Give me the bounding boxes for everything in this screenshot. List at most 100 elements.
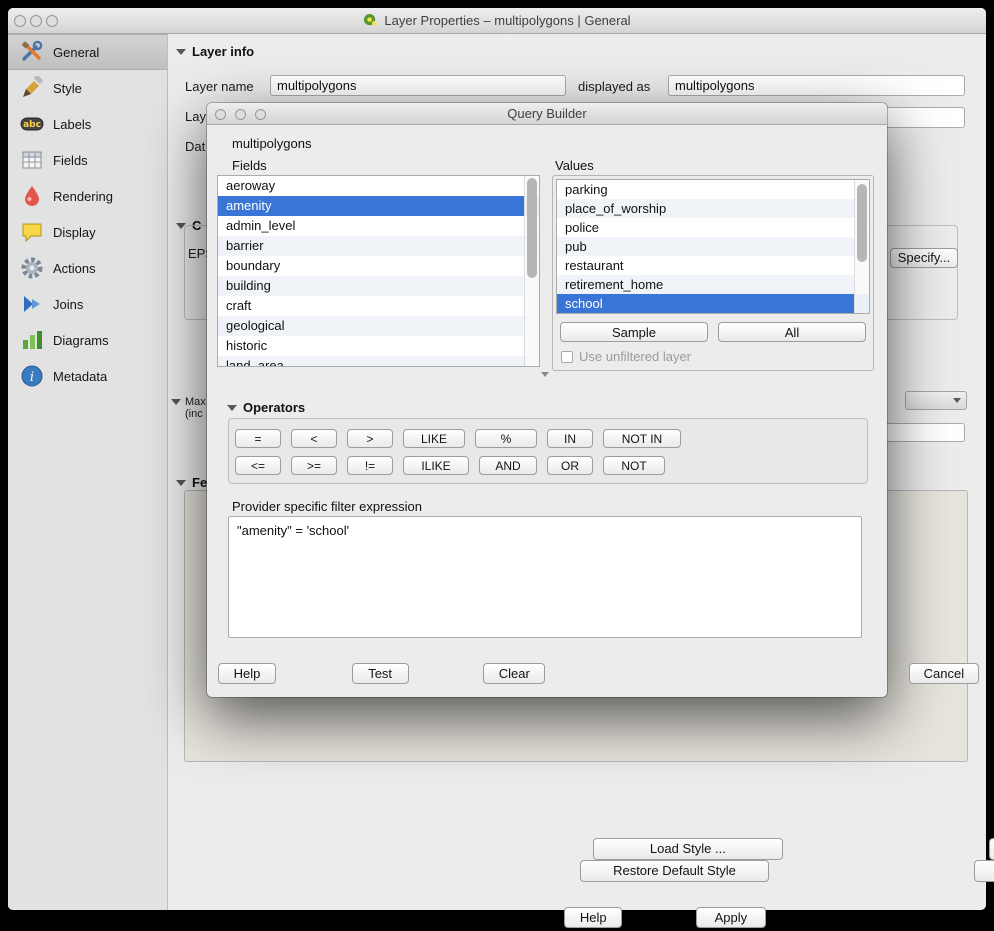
field-row-selected[interactable]: amenity bbox=[218, 196, 539, 216]
save-style-button[interactable]: Save Style bbox=[974, 860, 994, 882]
operator-eq-button[interactable]: = bbox=[235, 429, 281, 448]
sidebar-item-diagrams[interactable]: Diagrams bbox=[8, 322, 167, 358]
displayed-as-label: displayed as bbox=[578, 79, 650, 94]
sample-button[interactable]: Sample bbox=[560, 322, 708, 342]
qgis-icon bbox=[363, 13, 378, 28]
qb-layer-name: multipolygons bbox=[232, 136, 312, 151]
window-title: Layer Properties – multipolygons | Gener… bbox=[384, 13, 630, 28]
general-icon bbox=[20, 40, 44, 64]
all-button[interactable]: All bbox=[718, 322, 866, 342]
field-row[interactable]: barrier bbox=[218, 236, 539, 256]
layer-info-label: Layer info bbox=[192, 44, 254, 59]
values-group: parking place_of_worship police pub rest… bbox=[552, 175, 874, 371]
sidebar-item-fields[interactable]: Fields bbox=[8, 142, 167, 178]
operator-in-button[interactable]: IN bbox=[547, 429, 593, 448]
use-unfiltered-checkbox[interactable] bbox=[561, 351, 573, 363]
field-row[interactable]: building bbox=[218, 276, 539, 296]
features-section-label: Fe bbox=[192, 475, 207, 490]
operator-lt-button[interactable]: < bbox=[291, 429, 337, 448]
fields-label: Fields bbox=[232, 158, 267, 173]
operator-percent-button[interactable]: % bbox=[475, 429, 537, 448]
operators-groupbox: = < > LIKE % IN NOT IN <= >= != ILIKE AN… bbox=[228, 418, 868, 484]
info-icon: i bbox=[20, 364, 44, 388]
scrollbar-thumb[interactable] bbox=[857, 184, 867, 262]
scrollbar-thumb[interactable] bbox=[527, 178, 537, 278]
scale-collapse-triangle-icon[interactable] bbox=[171, 399, 181, 405]
sidebar-item-label: Rendering bbox=[53, 189, 113, 204]
specify-crs-button[interactable]: Specify... bbox=[890, 248, 958, 268]
qb-test-button[interactable]: Test bbox=[352, 663, 409, 684]
value-row[interactable]: parking bbox=[557, 180, 869, 199]
sidebar-item-style[interactable]: Style bbox=[8, 70, 167, 106]
displayed-as-input[interactable] bbox=[668, 75, 965, 96]
field-row[interactable]: boundary bbox=[218, 256, 539, 276]
values-list: parking place_of_worship police pub rest… bbox=[556, 179, 870, 314]
field-row[interactable]: geological bbox=[218, 316, 539, 336]
sidebar-item-metadata[interactable]: i Metadata bbox=[8, 358, 167, 394]
operator-ge-button[interactable]: >= bbox=[291, 456, 337, 475]
filter-expression-textarea[interactable]: "amenity" = 'school' bbox=[228, 516, 862, 638]
sidebar-item-labels[interactable]: abc Labels bbox=[8, 106, 167, 142]
sidebar-item-label: Diagrams bbox=[53, 333, 109, 348]
sidebar-item-label: Joins bbox=[53, 297, 83, 312]
splitter-chevron-icon[interactable] bbox=[541, 372, 549, 377]
operators-section-header[interactable]: Operators bbox=[227, 400, 305, 415]
field-row[interactable]: craft bbox=[218, 296, 539, 316]
operator-or-button[interactable]: OR bbox=[547, 456, 593, 475]
layer-info-section-header[interactable]: Layer info bbox=[176, 44, 254, 59]
value-row[interactable]: restaurant bbox=[557, 256, 869, 275]
use-unfiltered-label: Use unfiltered layer bbox=[579, 349, 691, 364]
sidebar-item-rendering[interactable]: Rendering bbox=[8, 178, 167, 214]
operator-ne-button[interactable]: != bbox=[347, 456, 393, 475]
value-row[interactable]: place_of_worship bbox=[557, 199, 869, 218]
sidebar-item-label: General bbox=[53, 45, 99, 60]
sidebar-item-joins[interactable]: Joins bbox=[8, 286, 167, 322]
value-row-selected[interactable]: school bbox=[557, 294, 869, 313]
layer-name-input[interactable] bbox=[270, 75, 566, 96]
rendering-icon bbox=[20, 184, 44, 208]
operator-ilike-button[interactable]: ILIKE bbox=[403, 456, 469, 475]
svg-text:abc: abc bbox=[23, 120, 41, 130]
chevron-down-icon bbox=[953, 398, 961, 403]
value-row[interactable]: retirement_home bbox=[557, 275, 869, 294]
paintbrush-icon bbox=[20, 76, 44, 100]
operator-not-button[interactable]: NOT bbox=[603, 456, 665, 475]
sidebar-item-actions[interactable]: Actions bbox=[8, 250, 167, 286]
qb-clear-button[interactable]: Clear bbox=[483, 663, 545, 684]
sidebar-item-display[interactable]: Display bbox=[8, 214, 167, 250]
scale-max-label: Max bbox=[185, 396, 206, 408]
value-row[interactable]: police bbox=[557, 218, 869, 237]
field-row[interactable]: land_area bbox=[218, 356, 539, 367]
sidebar-item-general[interactable]: General bbox=[8, 34, 167, 70]
scale-combo[interactable] bbox=[905, 391, 967, 410]
operator-gt-button[interactable]: > bbox=[347, 429, 393, 448]
value-row[interactable]: pub bbox=[557, 237, 869, 256]
qb-help-button[interactable]: Help bbox=[218, 663, 276, 684]
field-row[interactable]: historic bbox=[218, 336, 539, 356]
operator-like-button[interactable]: LIKE bbox=[403, 429, 465, 448]
save-as-default-button[interactable]: Save As Default bbox=[989, 838, 994, 860]
restore-default-style-button[interactable]: Restore Default Style bbox=[580, 860, 769, 882]
fields-scrollbar[interactable] bbox=[524, 176, 539, 366]
operator-not-in-button[interactable]: NOT IN bbox=[603, 429, 681, 448]
collapse-triangle-icon bbox=[227, 405, 237, 411]
field-row[interactable]: aeroway bbox=[218, 176, 539, 196]
scale-inc-label: (inc bbox=[185, 408, 203, 420]
operator-le-button[interactable]: <= bbox=[235, 456, 281, 475]
fields-table-icon bbox=[20, 148, 44, 172]
window-titlebar[interactable]: Layer Properties – multipolygons | Gener… bbox=[8, 8, 986, 34]
collapse-triangle-icon bbox=[176, 49, 186, 55]
query-builder-titlebar[interactable]: Query Builder bbox=[207, 103, 887, 125]
qb-cancel-button[interactable]: Cancel bbox=[909, 663, 979, 684]
features-section-header[interactable]: Fe bbox=[176, 475, 207, 490]
diagrams-chart-icon bbox=[20, 328, 44, 352]
help-button[interactable]: Help bbox=[564, 907, 622, 928]
values-scrollbar[interactable] bbox=[854, 180, 869, 313]
operator-and-button[interactable]: AND bbox=[479, 456, 537, 475]
load-style-button[interactable]: Load Style ... bbox=[593, 838, 783, 860]
layer-source-label: Lay bbox=[185, 109, 206, 124]
filter-expression-label: Provider specific filter expression bbox=[232, 499, 422, 514]
field-row[interactable]: admin_level bbox=[218, 216, 539, 236]
apply-button[interactable]: Apply bbox=[696, 907, 766, 928]
speech-bubble-icon bbox=[20, 220, 44, 244]
